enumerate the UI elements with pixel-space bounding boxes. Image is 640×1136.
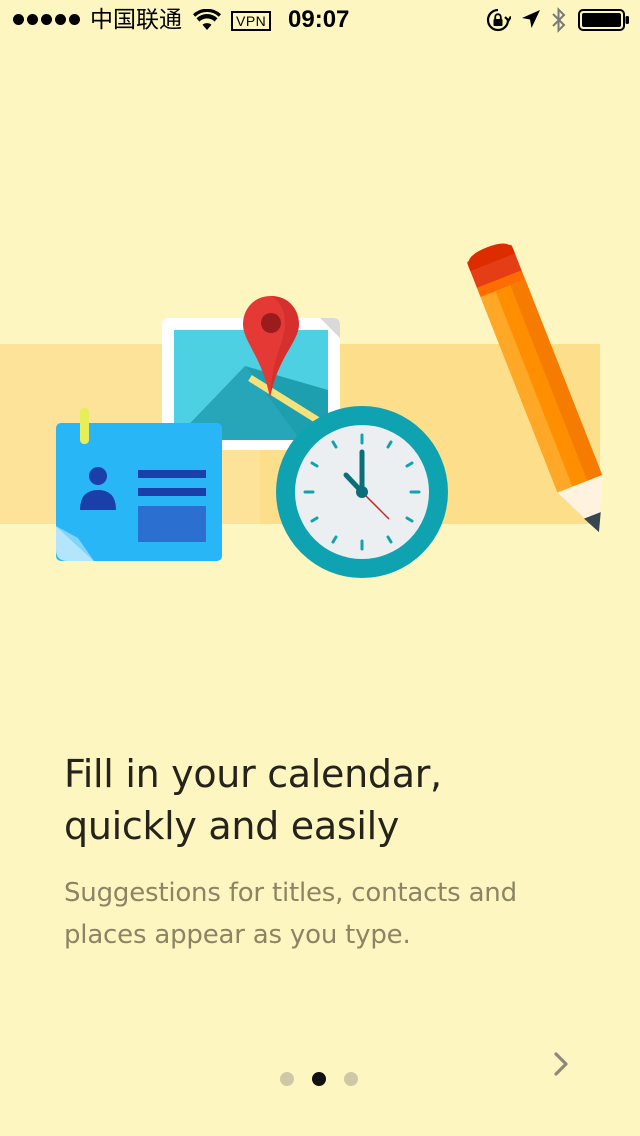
- location-arrow-icon: [522, 10, 540, 28]
- onboarding-description: Suggestions for titles, contacts and pla…: [64, 878, 517, 950]
- signal-strength-icon: [13, 14, 80, 25]
- chevron-right-icon: [554, 1052, 568, 1076]
- page-indicator: [280, 1072, 358, 1086]
- page-dot-3[interactable]: [344, 1072, 358, 1086]
- next-button[interactable]: [540, 1044, 584, 1084]
- clock-icon: [276, 406, 448, 578]
- battery-icon: [578, 9, 629, 31]
- status-time: 09:07: [288, 6, 350, 33]
- bluetooth-icon: [552, 7, 566, 33]
- onboarding-screen: 中国联通 VPN 09:07 Fill in your calendar, qu…: [0, 0, 640, 1136]
- contact-card: [56, 408, 222, 561]
- calendar-illustration: [0, 243, 603, 578]
- vpn-badge: VPN: [231, 11, 272, 31]
- status-bar: 中国联通 VPN 09:07: [0, 0, 640, 40]
- carrier-name: 中国联通: [90, 7, 182, 33]
- page-dot-2[interactable]: [312, 1072, 326, 1086]
- wifi-icon: [193, 9, 221, 30]
- rotation-lock-icon: [486, 8, 511, 32]
- onboarding-headline: Fill in your calendar, quickly and easil…: [64, 752, 442, 848]
- page-dot-1[interactable]: [280, 1072, 294, 1086]
